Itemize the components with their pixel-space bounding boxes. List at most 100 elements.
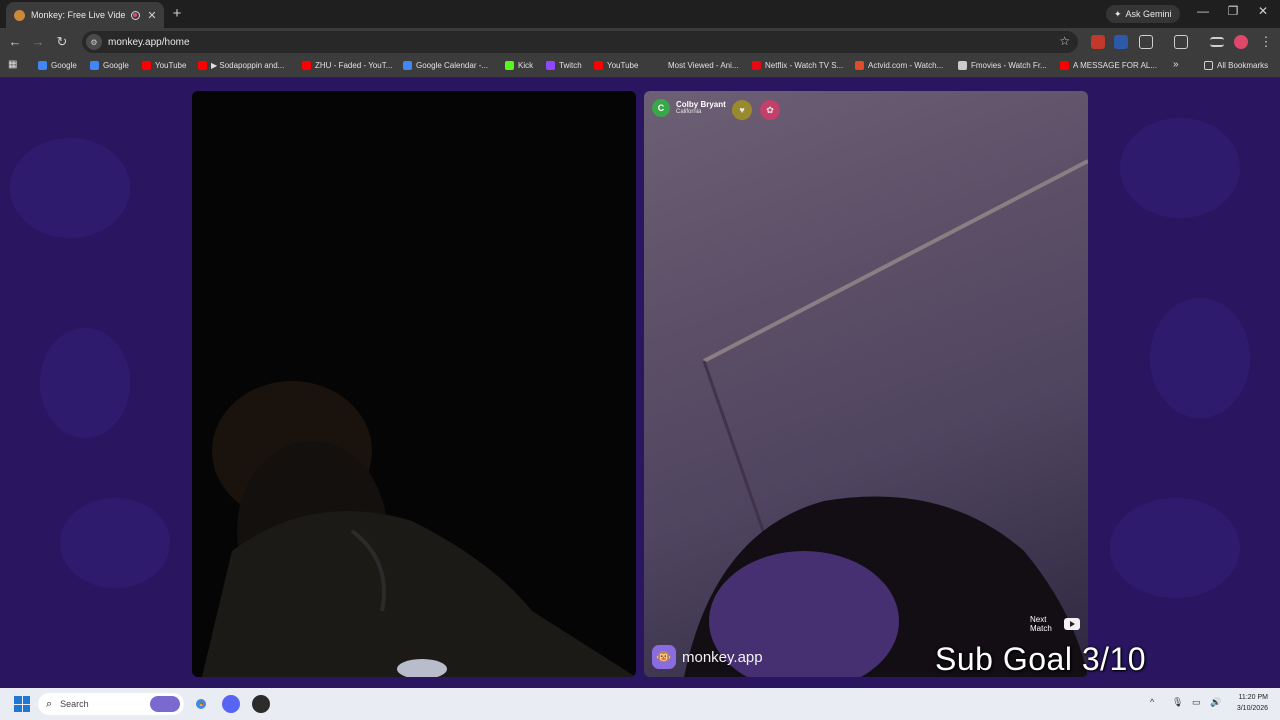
bookmark-label: Google bbox=[51, 61, 77, 70]
bookmark-item[interactable]: YouTube bbox=[594, 61, 638, 70]
address-bar[interactable]: ⚙ monkey.app/home ☆ bbox=[82, 31, 1078, 53]
bookmark-item[interactable]: Google Calendar -... bbox=[403, 61, 488, 70]
bookmark-item[interactable]: A MESSAGE FOR AL... bbox=[1060, 61, 1157, 70]
monkey-favicon-icon bbox=[14, 9, 25, 21]
tab-title: Monkey: Free Live Video Ch bbox=[31, 10, 125, 20]
bookmark-label: Actvid.com - Watch... bbox=[868, 61, 944, 70]
bookmark-label: ▶ Sodapoppin and... bbox=[211, 61, 285, 70]
self-video-feed bbox=[192, 91, 636, 677]
peer-video-feed: C Colby Bryant California ♥ ✿ Next Match… bbox=[644, 91, 1088, 677]
bookmark-favicon-icon bbox=[198, 61, 207, 70]
gift-badge-icon[interactable]: ✿ bbox=[760, 100, 780, 120]
extension-red-icon[interactable] bbox=[1091, 35, 1105, 49]
bookmark-favicon-icon bbox=[1060, 61, 1069, 70]
windows-start-icon[interactable] bbox=[14, 696, 30, 712]
ask-gemini-label: Ask Gemini bbox=[1125, 9, 1172, 19]
extensions-puzzle-icon[interactable] bbox=[1139, 35, 1153, 49]
discord-taskbar-icon[interactable] bbox=[222, 695, 240, 713]
mic-icon[interactable]: 🎙 bbox=[1172, 697, 1183, 708]
bookmark-favicon-icon bbox=[752, 61, 761, 70]
bookmark-favicon-icon bbox=[505, 61, 514, 70]
search-icon: ⌕ bbox=[46, 697, 53, 710]
background-pattern bbox=[1150, 298, 1250, 418]
bookmark-item[interactable]: Actvid.com - Watch... bbox=[855, 61, 943, 70]
minimize-icon[interactable]: — bbox=[1188, 4, 1218, 18]
close-tab-icon[interactable]: ✕ bbox=[146, 9, 158, 22]
bookmark-label: Kick bbox=[518, 61, 534, 70]
bookmark-item[interactable]: Fmovies - Watch Fr... bbox=[958, 61, 1047, 70]
chrome-taskbar-icon[interactable] bbox=[192, 695, 210, 713]
bookmark-favicon-icon bbox=[142, 61, 151, 70]
tab-monkey[interactable]: Monkey: Free Live Video Ch ✕ bbox=[6, 2, 164, 28]
bookmark-item[interactable]: ZHU - Faded - YouT... bbox=[302, 61, 392, 70]
search-placeholder: Search bbox=[60, 699, 89, 709]
bookmark-label: Fmovies - Watch Fr... bbox=[971, 61, 1047, 70]
peer-info: C Colby Bryant California bbox=[652, 99, 726, 117]
peer-location: California bbox=[676, 109, 702, 115]
bookmark-item[interactable]: ▶ Sodapoppin and... bbox=[198, 61, 284, 70]
bookmark-item[interactable]: Kick bbox=[505, 61, 533, 70]
bookmark-item[interactable]: Netflix - Watch TV S... bbox=[752, 61, 843, 70]
heart-badge-icon[interactable]: ♥ bbox=[732, 100, 752, 120]
close-window-icon[interactable]: ✕ bbox=[1248, 4, 1278, 18]
clock-date: 3/10/2026 bbox=[1236, 705, 1268, 712]
media-controls-icon[interactable] bbox=[1210, 37, 1224, 47]
browser-toolbar: ← → ↻ ⚙ monkey.app/home ☆ ⋮ bbox=[0, 28, 1280, 56]
monkey-logo-icon: 🐵 bbox=[652, 645, 676, 669]
monkey-brand: 🐵 monkey.app bbox=[652, 645, 763, 669]
peer-name: Colby Bryant bbox=[676, 100, 726, 109]
back-icon[interactable]: ← bbox=[7, 34, 23, 49]
bookmark-item[interactable]: Google bbox=[38, 61, 77, 70]
folder-icon bbox=[1204, 61, 1213, 70]
tray-chevron-icon[interactable]: ^ bbox=[1150, 697, 1154, 707]
bookmark-item[interactable]: Google bbox=[90, 61, 129, 70]
bookmark-favicon-icon bbox=[403, 61, 412, 70]
bookmark-label: Google bbox=[103, 61, 129, 70]
bookmark-favicon-icon bbox=[38, 61, 47, 70]
app-taskbar-icon[interactable] bbox=[252, 695, 270, 713]
bookmark-label: ZHU - Faded - YouT... bbox=[315, 61, 393, 70]
bookmark-label: A MESSAGE FOR AL... bbox=[1073, 61, 1158, 70]
bookmark-label: Google Calendar -... bbox=[416, 61, 489, 70]
bookmark-favicon-icon bbox=[302, 61, 311, 70]
cast-icon[interactable] bbox=[1174, 35, 1188, 49]
system-clock[interactable]: 11:20 PM 3/10/2026 bbox=[1224, 692, 1268, 714]
bookmark-favicon-icon bbox=[655, 61, 664, 70]
restore-icon[interactable]: ❐ bbox=[1218, 4, 1248, 18]
bookmark-favicon-icon bbox=[546, 61, 555, 70]
new-tab-button[interactable]: + bbox=[170, 5, 184, 22]
extension-blue-icon[interactable] bbox=[1114, 35, 1128, 49]
windows-taskbar: ⌕ Search ^ 🎙 ▭ 🔊 11:20 PM 3/10/2026 bbox=[0, 688, 1280, 720]
clock-time: 11:20 PM bbox=[1238, 694, 1268, 701]
bookmark-item[interactable]: Twitch bbox=[546, 61, 582, 70]
bookmark-label: Most Viewed - Ani... bbox=[668, 61, 739, 70]
brand-name: monkey.app bbox=[682, 648, 763, 666]
network-icon[interactable]: ▭ bbox=[1192, 697, 1201, 708]
tab-strip: Monkey: Free Live Video Ch ✕ + ✦ Ask Gem… bbox=[0, 0, 1280, 28]
bookmark-star-icon[interactable]: ☆ bbox=[1059, 34, 1070, 48]
bookmark-favicon-icon bbox=[958, 61, 967, 70]
recording-indicator-icon bbox=[131, 10, 140, 20]
menu-kebab-icon[interactable]: ⋮ bbox=[1258, 34, 1274, 50]
background-pattern bbox=[40, 328, 130, 438]
next-match-button[interactable]: Next Match bbox=[1030, 615, 1080, 633]
bookmark-item[interactable]: Most Viewed - Ani... bbox=[655, 61, 739, 70]
volume-icon[interactable]: 🔊 bbox=[1210, 697, 1221, 708]
reload-icon[interactable]: ↻ bbox=[54, 34, 70, 50]
forward-icon[interactable]: → bbox=[30, 34, 46, 49]
bookmark-favicon-icon bbox=[90, 61, 99, 70]
more-bookmarks-icon[interactable]: » bbox=[1173, 59, 1179, 70]
all-bookmarks-button[interactable]: All Bookmarks bbox=[1204, 61, 1268, 70]
peer-video-frame bbox=[684, 159, 1088, 677]
ask-gemini-button[interactable]: ✦ Ask Gemini bbox=[1106, 5, 1180, 23]
bookmark-label: Netflix - Watch TV S... bbox=[765, 61, 844, 70]
background-pattern bbox=[60, 498, 170, 588]
bookmark-item[interactable]: YouTube bbox=[142, 61, 186, 70]
taskbar-search[interactable]: ⌕ Search bbox=[38, 693, 184, 715]
apps-grid-icon[interactable]: ▦ bbox=[8, 59, 17, 70]
sub-goal-overlay: Sub Goal 3/10 bbox=[935, 641, 1147, 677]
site-info-icon[interactable]: ⚙ bbox=[86, 34, 102, 50]
monkey-page: C Colby Bryant California ♥ ✿ Next Match… bbox=[0, 78, 1280, 688]
profile-avatar-icon[interactable] bbox=[1234, 35, 1248, 49]
peer-avatar: C bbox=[652, 99, 670, 117]
